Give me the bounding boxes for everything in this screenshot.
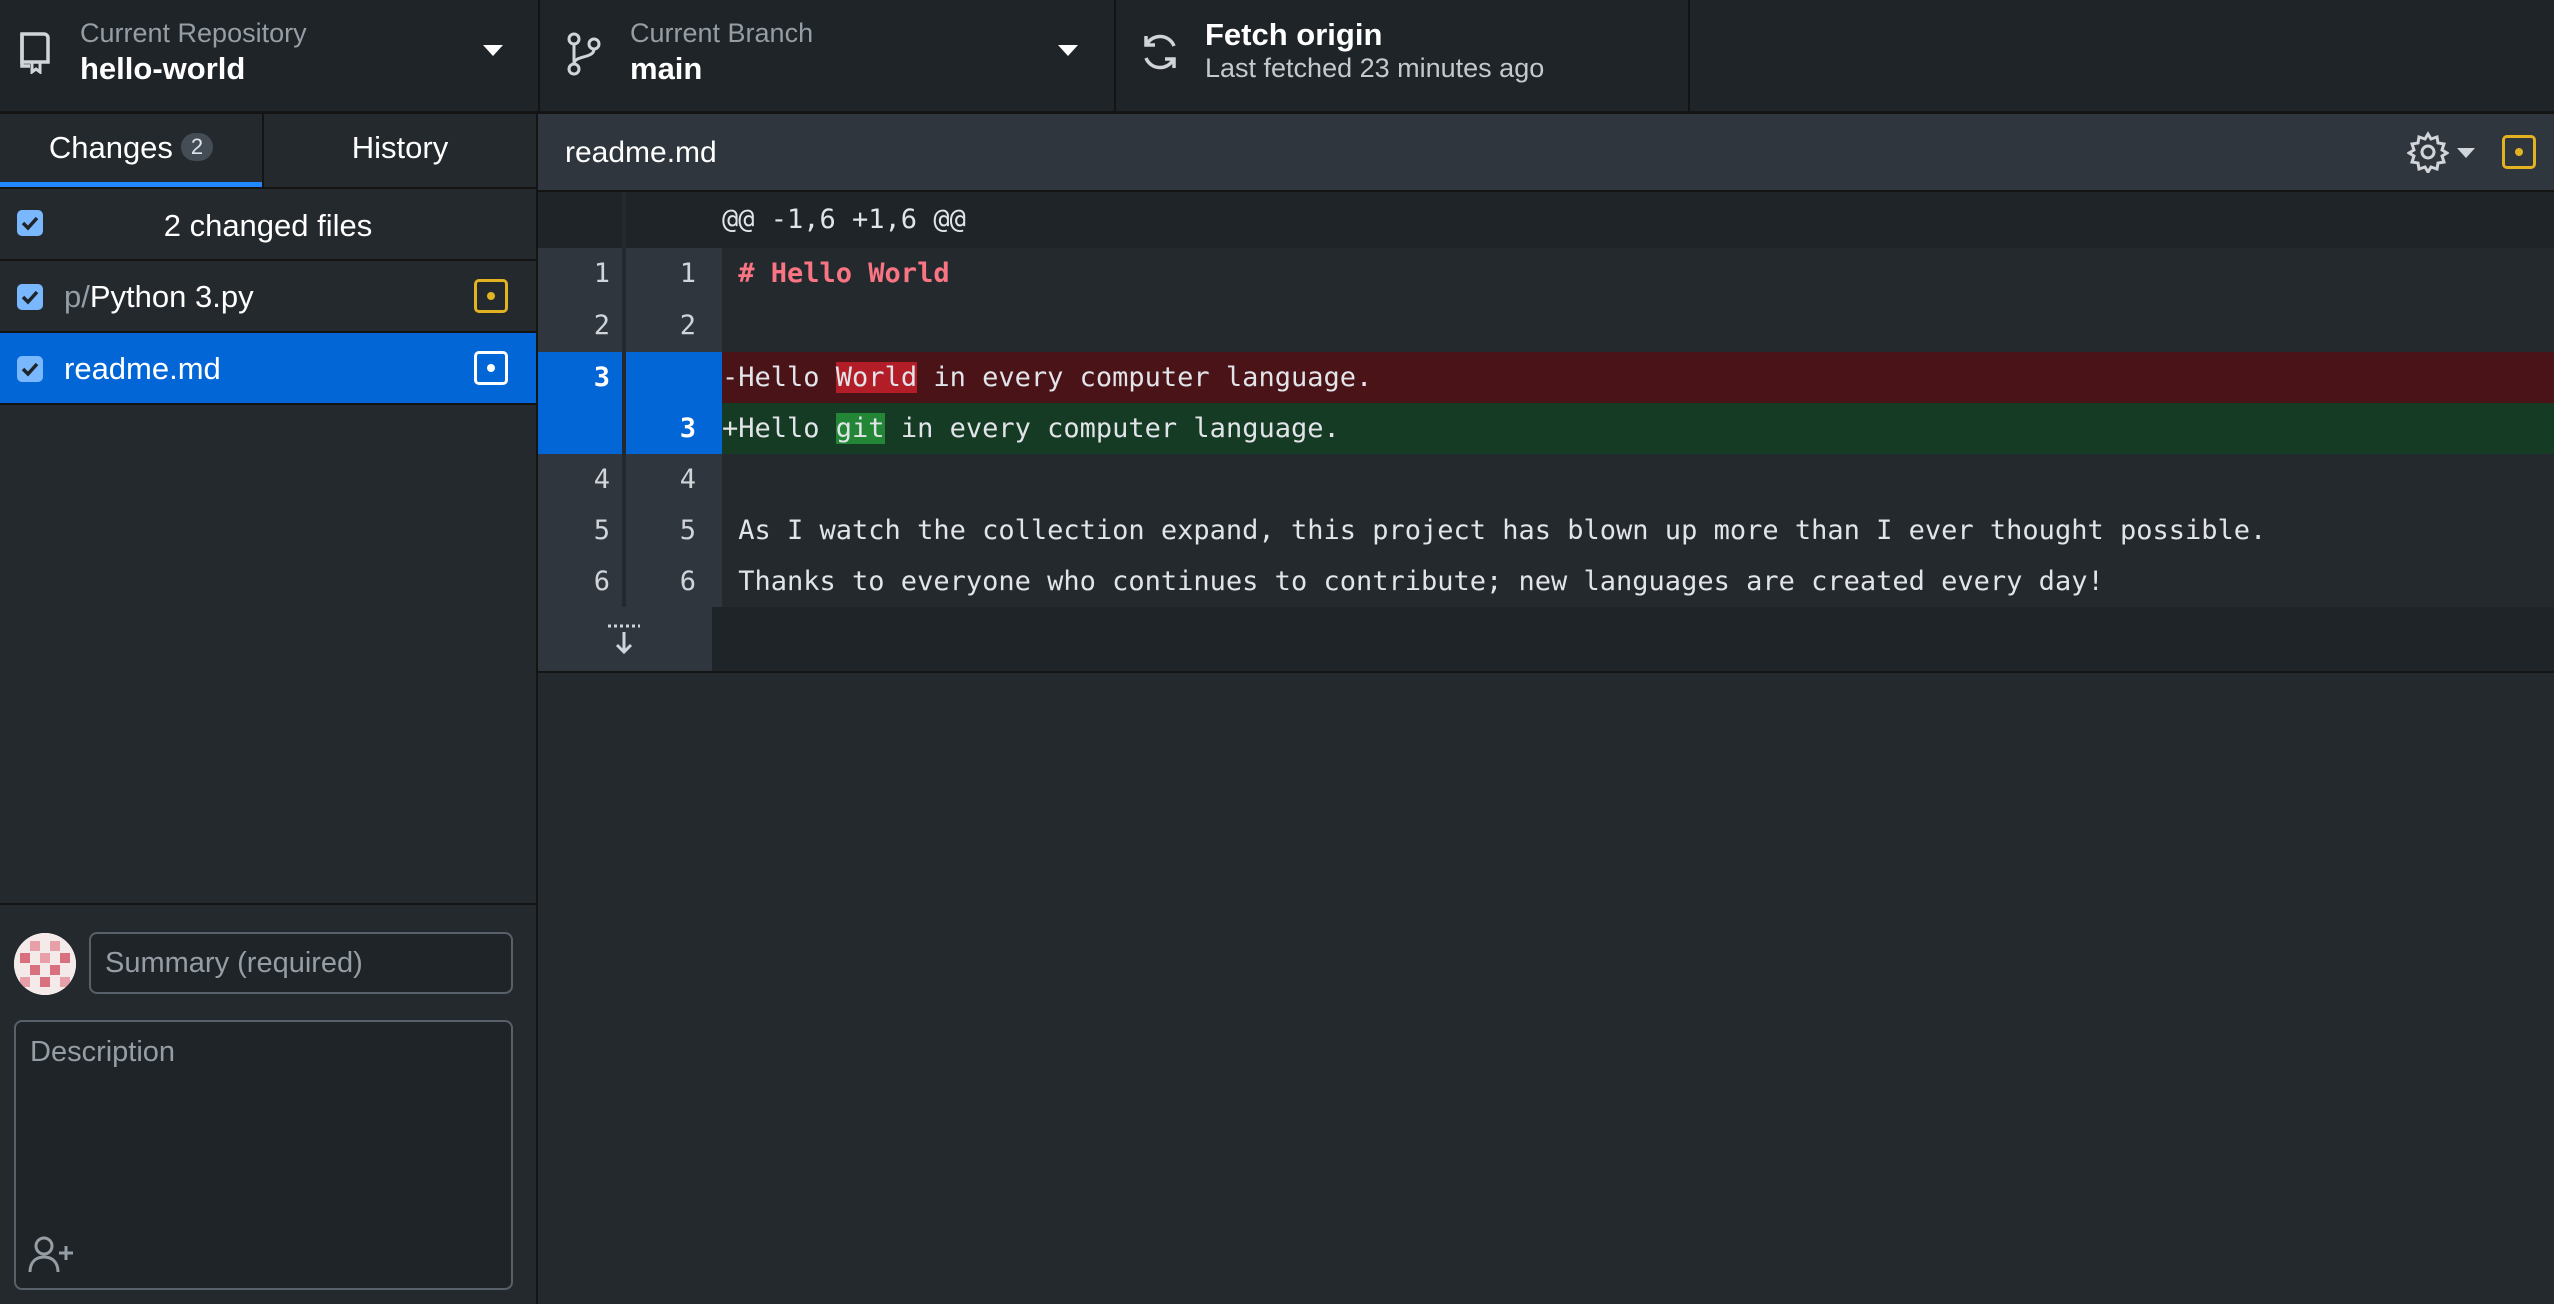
diff-line[interactable]: 6 6 Thanks to everyone who continues to … (538, 556, 2554, 607)
gutter-bar (712, 192, 722, 248)
check-icon (21, 290, 39, 305)
line-suffix: in every computer language. (917, 362, 1373, 393)
changes-sidebar: Changes 2 History 2 changed files p/Pytho… (0, 114, 538, 1304)
changed-word: World (835, 362, 918, 393)
gutter-bar (712, 505, 722, 556)
diff-line[interactable]: 4 4 (538, 454, 2554, 505)
file-checkbox[interactable] (17, 284, 43, 310)
new-line-number: 4 (626, 454, 712, 505)
repo-icon (20, 32, 50, 74)
tab-changes[interactable]: Changes 2 (0, 114, 262, 187)
new-line-number (626, 192, 712, 248)
branch-name: main (630, 51, 703, 86)
gutter-bar (712, 300, 722, 352)
line-prefix: -Hello (722, 362, 836, 393)
fetch-origin-button[interactable]: Fetch origin Last fetched 23 minutes ago (1116, 0, 1690, 114)
new-line-number: 5 (626, 505, 712, 556)
gutter-bar (712, 403, 722, 454)
branch-selector[interactable]: Current Branch main (540, 0, 1116, 114)
branch-label: Current Branch (630, 18, 814, 48)
line-content: +Hello git in every computer language. (722, 403, 2554, 454)
branch-icon (567, 32, 601, 76)
file-checkbox[interactable] (17, 356, 43, 382)
select-all-row: 2 changed files (0, 189, 536, 261)
changed-files-count: 2 changed files (163, 208, 373, 243)
tab-changes-label: Changes (48, 130, 173, 165)
repository-name: hello-world (80, 51, 246, 86)
expand-gutter[interactable] (538, 607, 712, 671)
tab-history-label: History (351, 130, 449, 165)
old-line-number: 4 (538, 454, 624, 505)
hunk-header: @@ -1,6 +1,6 @@ (722, 192, 2554, 248)
line-content: -Hello World in every computer language. (722, 352, 2554, 403)
line-content: Thanks to everyone who continues to cont… (722, 556, 2554, 607)
chevron-down-icon[interactable] (2457, 148, 2475, 158)
expand-row (538, 607, 2554, 673)
sidebar-tabs: Changes 2 History (0, 114, 536, 189)
diff-line[interactable]: 1 1 # Hello World (538, 248, 2554, 300)
old-line-number (538, 403, 624, 454)
toolbar: Current Repository hello-world Current B… (0, 0, 2554, 114)
line-content (722, 454, 2554, 505)
diff-panel: readme.md @@ -1,6 +1,6 @@ 1 1 # Hello Wo… (538, 114, 2554, 1304)
old-line-number: 5 (538, 505, 624, 556)
file-name: readme.md (64, 351, 221, 386)
changed-word: git (835, 413, 885, 444)
modified-icon (474, 351, 508, 385)
modified-icon (474, 279, 508, 313)
new-line-number: 6 (626, 556, 712, 607)
gutter-bar (712, 556, 722, 607)
modified-icon (2502, 135, 2536, 169)
new-line-number: 3 (626, 403, 712, 454)
old-line-number (538, 192, 624, 248)
file-path: p/Python 3.py (64, 279, 254, 315)
commit-form (0, 903, 536, 1304)
description-box (14, 1020, 513, 1290)
expand-down-icon (608, 624, 640, 655)
added-line[interactable]: 3 +Hello git in every computer language. (538, 403, 2554, 454)
repository-label: Current Repository (80, 18, 307, 48)
new-line-number (626, 352, 712, 403)
summary-input[interactable] (89, 932, 513, 994)
gutter-bar (712, 352, 722, 403)
diff-file-title: readme.md (565, 136, 717, 169)
line-content (722, 300, 2554, 352)
line-suffix: in every computer language. (884, 413, 1340, 444)
line-content: # Hello World (722, 248, 2554, 300)
fetch-title: Fetch origin (1205, 17, 1383, 52)
repository-selector[interactable]: Current Repository hello-world (0, 0, 540, 114)
old-line-number: 6 (538, 556, 624, 607)
gutter-bar (712, 454, 722, 505)
sync-icon (1144, 34, 1176, 70)
old-line-number: 3 (538, 352, 624, 403)
new-line-number: 1 (626, 248, 712, 300)
gear-icon[interactable] (2407, 131, 2449, 173)
changes-count-badge: 2 (180, 133, 214, 161)
file-name: Python 3.py (89, 279, 254, 314)
line-prefix: +Hello (722, 413, 836, 444)
line-content: As I watch the collection expand, this p… (722, 505, 2554, 556)
old-line-number: 2 (538, 300, 624, 352)
old-line-number: 1 (538, 248, 624, 300)
chevron-down-icon (1058, 45, 1078, 56)
avatar (14, 933, 76, 995)
diff-file-header: readme.md (538, 114, 2554, 192)
chevron-down-icon (483, 45, 503, 56)
tab-history[interactable]: History (264, 114, 536, 187)
new-line-number: 2 (626, 300, 712, 352)
description-input[interactable] (16, 1022, 511, 1222)
gutter-bar (712, 248, 722, 300)
hunk-header-row: @@ -1,6 +1,6 @@ (538, 192, 2554, 248)
file-row-readme[interactable]: readme.md (0, 333, 536, 405)
file-row-python[interactable]: p/Python 3.py (0, 261, 536, 333)
add-coauthor-icon[interactable] (28, 1234, 74, 1274)
check-icon (21, 362, 39, 377)
diff-line[interactable]: 5 5 As I watch the collection expand, th… (538, 505, 2554, 556)
file-dir: p/ (64, 279, 90, 314)
diff-line[interactable]: 2 2 (538, 300, 2554, 352)
fetch-subtitle: Last fetched 23 minutes ago (1205, 53, 1545, 83)
deleted-line[interactable]: 3 -Hello World in every computer languag… (538, 352, 2554, 403)
